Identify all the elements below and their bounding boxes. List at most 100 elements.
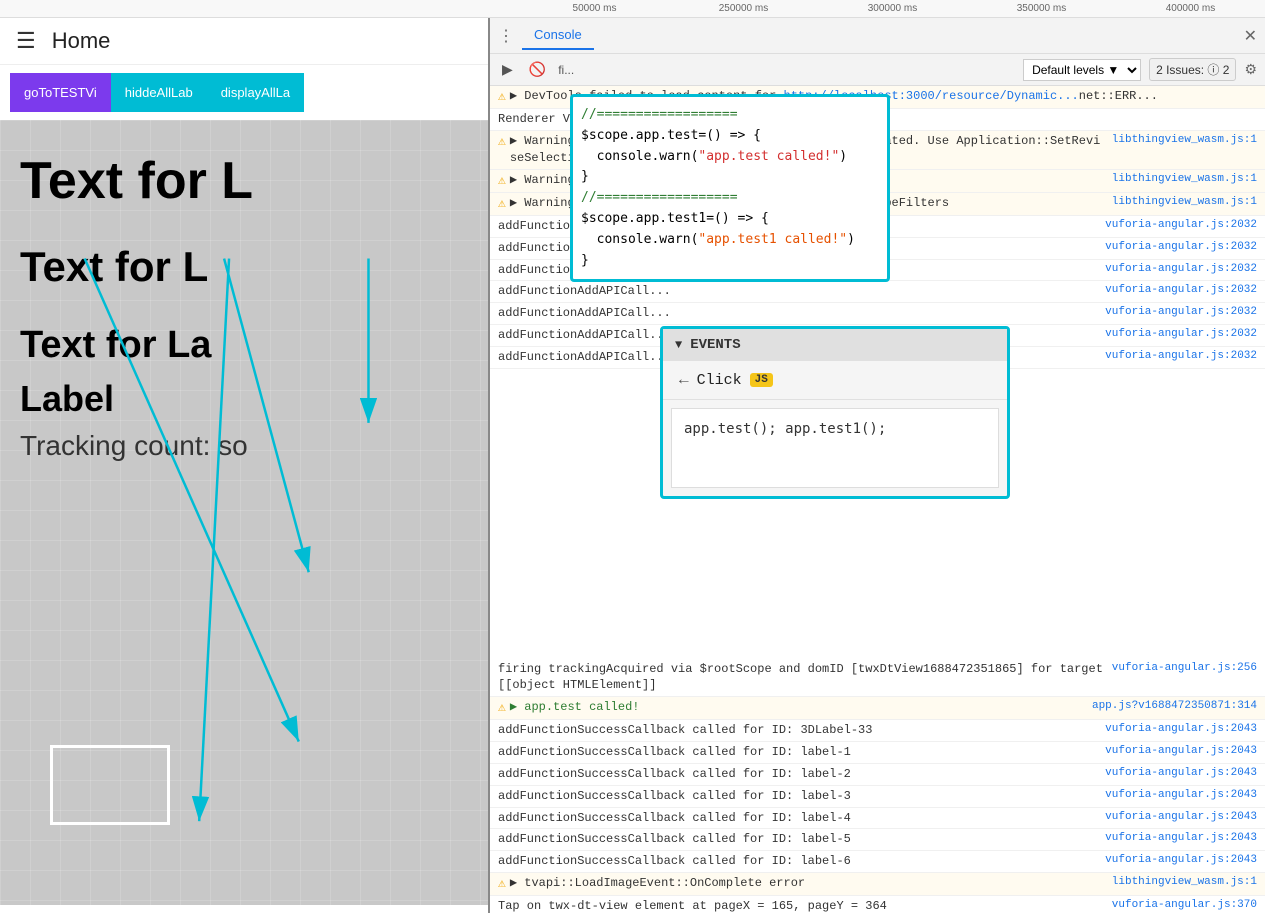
chevron-down-icon: ▼	[675, 338, 682, 352]
console-row: Tap on twx-dt-view element at pageX = 16…	[490, 896, 1265, 913]
play-button[interactable]: ▶	[498, 59, 517, 80]
timeline-bar: 50000 ms 250000 ms 300000 ms 350000 ms 4…	[0, 0, 1265, 18]
console-file-link[interactable]: libthingview_wasm.js:1	[1104, 172, 1257, 187]
console-row: addFunctionSuccessCallback called for ID…	[490, 851, 1265, 873]
code-line-1: //==================	[581, 105, 879, 126]
goto-test-button[interactable]: goToTESTVi	[10, 73, 111, 112]
console-msg: addFunctionSuccessCallback called for ID…	[498, 766, 1097, 783]
arrow-left-icon: ←	[679, 371, 689, 389]
warn-icon: ⚠	[498, 699, 506, 717]
console-msg: addFunctionSuccessCallback called for ID…	[498, 788, 1097, 805]
label-text-1: Text for L	[20, 150, 253, 212]
console-msg: addFunctionSuccessCallback called for ID…	[498, 831, 1097, 848]
events-header: ▼ EVENTS	[663, 329, 1007, 361]
console-file-link[interactable]: vuforia-angular.js:2032	[1097, 283, 1257, 298]
console-msg: addFunctionSuccessCallback called for ID…	[498, 853, 1097, 870]
console-msg: addFunctionSuccessCallback called for ID…	[498, 722, 1097, 739]
warn-icon: ⚠	[498, 133, 506, 151]
timeline-marker-4: 350000 ms	[967, 3, 1116, 14]
label-text-4: Label	[20, 378, 114, 420]
close-devtools-button[interactable]: ✕	[1244, 26, 1257, 46]
console-msg: addFunctionSuccessCallback called for ID…	[498, 744, 1097, 761]
button-row: goToTESTVi hiddeAllLab displayAllLa	[0, 65, 488, 120]
hamburger-icon[interactable]: ☰	[16, 28, 36, 54]
label-count: Tracking count: so	[20, 430, 248, 462]
display-all-labels-button[interactable]: displayAllLa	[207, 73, 304, 112]
console-msg: addFunctionSuccessCallback called for ID…	[498, 810, 1097, 827]
code-line-4: }	[581, 167, 879, 188]
code-line-5: //==================	[581, 188, 879, 209]
hide-all-labels-button[interactable]: hiddeAllLab	[111, 73, 207, 112]
warn-icon: ⚠	[498, 172, 506, 190]
console-msg: addFunctionAddAPICall...	[498, 283, 1097, 300]
console-row: addFunctionSuccessCallback called for ID…	[490, 764, 1265, 786]
issues-badge: 2 Issues: ⓘ 2	[1149, 58, 1236, 81]
console-file-link[interactable]: vuforia-angular.js:2032	[1097, 240, 1257, 255]
console-file-link[interactable]: libthingview_wasm.js:1	[1104, 195, 1257, 210]
console-file-link[interactable]: libthingview_wasm.js:1	[1104, 875, 1257, 890]
levels-select[interactable]: Default levels ▼	[1023, 59, 1141, 81]
js-badge: JS	[750, 373, 773, 387]
console-row: ⚠ ▶ app.test called! app.js?v16884723508…	[490, 697, 1265, 720]
console-row: firing trackingAcquired via $rootScope a…	[490, 659, 1265, 698]
console-row: addFunctionAddAPICall... vuforia-angular…	[490, 303, 1265, 325]
events-code-box: app.test(); app.test1();	[671, 408, 999, 488]
warn-icon: ⚠	[498, 195, 506, 213]
app-canvas: Text for L Text for L Text for La Label …	[0, 120, 488, 905]
tab-console[interactable]: Console	[522, 21, 594, 50]
console-file-link[interactable]: vuforia-angular.js:2043	[1097, 788, 1257, 803]
click-event-label: Click	[697, 372, 742, 389]
gear-icon[interactable]: ⚙	[1244, 61, 1257, 78]
label-text-3: Text for La	[20, 323, 211, 369]
main-content: ☰ Home goToTESTVi hiddeAllLab displayAll…	[0, 18, 1265, 913]
console-msg: ▶ tvapi::LoadImageEvent::OnComplete erro…	[510, 875, 1104, 892]
console-msg: firing trackingAcquired via $rootScope a…	[498, 661, 1104, 695]
events-title: EVENTS	[690, 337, 740, 353]
code-line-7: console.warn("app.test1 called!")	[581, 230, 879, 251]
right-panel: ⋮ Console ✕ ▶ 🚫 fi... Default levels ▼ 2…	[490, 18, 1265, 913]
console-file-link[interactable]: vuforia-angular.js:2032	[1097, 349, 1257, 364]
console-file-link[interactable]: vuforia-angular.js:2032	[1097, 327, 1257, 342]
console-row: addFunctionSuccessCallback called for ID…	[490, 829, 1265, 851]
console-file-link[interactable]: app.js?v1688472350871:314	[1084, 699, 1257, 714]
code-line-3: console.warn("app.test called!")	[581, 147, 879, 168]
events-panel: ▼ EVENTS ← Click JS app.test(); app.test…	[660, 326, 1010, 499]
console-row: addFunctionSuccessCallback called for ID…	[490, 808, 1265, 830]
filter-label: fi...	[558, 63, 574, 77]
console-row: addFunctionSuccessCallback called for ID…	[490, 720, 1265, 742]
left-panel: ☰ Home goToTESTVi hiddeAllLab displayAll…	[0, 18, 490, 913]
console-file-link[interactable]: vuforia-angular.js:2043	[1097, 831, 1257, 846]
events-row: ← Click JS	[663, 361, 1007, 400]
devtools-toolbar: ⋮ Console ✕	[490, 18, 1265, 54]
timeline-marker-3: 300000 ms	[818, 3, 967, 14]
console-file-link[interactable]: vuforia-angular.js:2043	[1097, 810, 1257, 825]
home-title: Home	[52, 28, 111, 54]
console-row: addFunctionSuccessCallback called for ID…	[490, 742, 1265, 764]
label-text-2: Text for L	[20, 242, 208, 292]
console-file-link[interactable]: libthingview_wasm.js:1	[1104, 133, 1257, 148]
timeline-marker-1: 50000 ms	[520, 3, 669, 14]
console-file-link[interactable]: vuforia-angular.js:2032	[1097, 262, 1257, 277]
console-file-link[interactable]: vuforia-angular.js:2043	[1097, 853, 1257, 868]
console-file-link[interactable]: vuforia-angular.js:370	[1104, 898, 1257, 913]
console-msg: ▶ app.test called!	[510, 699, 1084, 716]
console-row: addFunctionSuccessCallback called for ID…	[490, 786, 1265, 808]
code-line-6: $scope.app.test1=() => {	[581, 209, 879, 230]
warn-icon: ⚠	[498, 88, 506, 106]
events-code-value: app.test(); app.test1();	[684, 421, 886, 437]
code-popup: //================== $scope.app.test=() …	[570, 94, 890, 282]
console-toolbar: ▶ 🚫 fi... Default levels ▼ 2 Issues: ⓘ 2…	[490, 54, 1265, 86]
clear-console-button[interactable]: 🚫	[525, 59, 550, 80]
console-file-link[interactable]: vuforia-angular.js:2032	[1097, 305, 1257, 320]
code-line-2: $scope.app.test=() => {	[581, 126, 879, 147]
console-file-link[interactable]: vuforia-angular.js:2043	[1097, 766, 1257, 781]
console-file-link[interactable]: vuforia-angular.js:2043	[1097, 744, 1257, 759]
console-content[interactable]: //================== $scope.app.test=() …	[490, 86, 1265, 913]
console-file-link[interactable]: vuforia-angular.js:256	[1104, 661, 1257, 676]
console-row: ⚠ ▶ tvapi::LoadImageEvent::OnComplete er…	[490, 873, 1265, 896]
code-line-8: }	[581, 251, 879, 272]
mobile-header: ☰ Home	[0, 18, 488, 65]
console-file-link[interactable]: vuforia-angular.js:2032	[1097, 218, 1257, 233]
console-msg: Tap on twx-dt-view element at pageX = 16…	[498, 898, 1104, 913]
console-file-link[interactable]: vuforia-angular.js:2043	[1097, 722, 1257, 737]
